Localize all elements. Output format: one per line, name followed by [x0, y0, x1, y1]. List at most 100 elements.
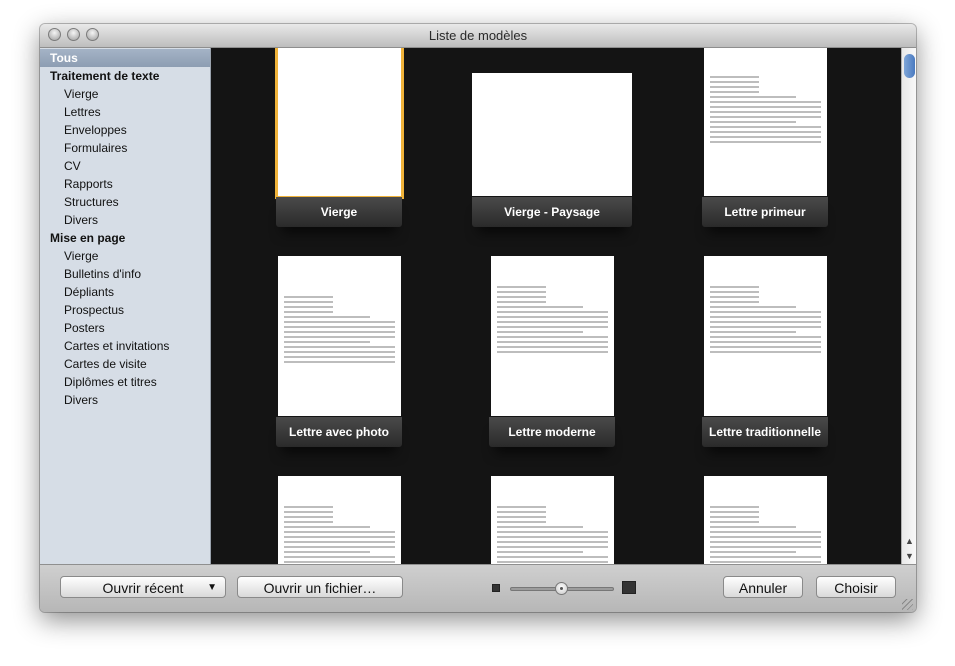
thumbnail-text-line: [284, 546, 395, 548]
thumbnail-text-line: [710, 86, 760, 88]
template-thumbnail[interactable]: [704, 256, 827, 416]
thumbnail-text-line: [710, 546, 821, 548]
sidebar-item[interactable]: Dépliants: [40, 283, 210, 301]
thumbnail-text-line: [284, 316, 371, 318]
thumbnail-text-line: [710, 311, 821, 313]
thumbnail-text-line: [710, 521, 760, 523]
sidebar-item[interactable]: Diplômes et titres: [40, 373, 210, 391]
thumbnail-text-line: [497, 516, 547, 518]
thumbnail-text-line: [710, 106, 821, 108]
thumbnail-text-line: [710, 136, 821, 138]
thumbnail-text-line: [710, 286, 760, 288]
thumbnail-text-line: [497, 316, 608, 318]
open-recent-button[interactable]: Ouvrir récent ▼: [60, 576, 226, 598]
thumbnail-text-line: [497, 521, 547, 523]
thumbnail-text-line: [497, 346, 608, 348]
thumbnail-text-line: [284, 321, 395, 323]
thumbnail-text-line: [284, 506, 334, 508]
sidebar-item[interactable]: Structures: [40, 193, 210, 211]
sidebar-item[interactable]: Divers: [40, 211, 210, 229]
thumbnail-text-line: [497, 336, 608, 338]
sidebar-category[interactable]: Traitement de texte: [40, 67, 210, 85]
thumbnail-text-line: [710, 291, 760, 293]
thumbnail-text-line: [710, 116, 821, 118]
vertical-scrollbar[interactable]: ▲ ▼: [901, 48, 916, 564]
thumbnail-text-line: [284, 536, 395, 538]
thumbnail-text-line: [284, 521, 334, 523]
category-sidebar: Tous Traitement de texte Vierge Lettres Enve…: [40, 48, 211, 564]
title-bar: Liste de modèles: [40, 24, 916, 48]
resize-grip-icon[interactable]: [902, 599, 913, 610]
sidebar-item[interactable]: Enveloppes: [40, 121, 210, 139]
thumbnail-text-line: [710, 536, 821, 538]
scroll-up-arrow-icon[interactable]: ▲: [902, 534, 916, 548]
sidebar-category[interactable]: Mise en page: [40, 229, 210, 247]
thumbnail-text-line: [284, 341, 371, 343]
open-file-button[interactable]: Ouvrir un fichier…: [237, 576, 403, 598]
thumbnail-text-line: [710, 561, 821, 563]
thumbnail-text-line: [497, 291, 547, 293]
sidebar-item[interactable]: Prospectus: [40, 301, 210, 319]
sidebar-item[interactable]: Bulletins d'info: [40, 265, 210, 283]
thumbnail-text-line: [710, 121, 797, 123]
template-grid: Vierge Vierge - Paysage Lettre primeur Lett…: [211, 48, 901, 564]
thumbnail-text-line: [710, 351, 821, 353]
scrollbar-thumb[interactable]: [904, 54, 915, 78]
thumbnail-text-line: [710, 296, 760, 298]
template-thumbnail[interactable]: [472, 73, 632, 196]
thumbnail-text-line: [497, 286, 547, 288]
sidebar-item[interactable]: Cartes de visite: [40, 355, 210, 373]
sidebar-item[interactable]: Posters: [40, 319, 210, 337]
thumbnail-text-line: [284, 351, 395, 353]
thumbnail-text-line: [710, 341, 821, 343]
choose-button[interactable]: Choisir: [816, 576, 896, 598]
sidebar-item[interactable]: Cartes et invitations: [40, 337, 210, 355]
thumbnail-text-line: [710, 301, 760, 303]
large-thumbnail-icon[interactable]: [622, 581, 636, 594]
sidebar-item[interactable]: Divers: [40, 391, 210, 409]
template-thumbnail[interactable]: [278, 256, 401, 416]
thumbnail-text-line: [284, 526, 371, 528]
thumbnail-text-line: [710, 526, 797, 528]
sidebar-item[interactable]: CV: [40, 157, 210, 175]
thumbnail-text-line: [710, 111, 821, 113]
thumbnail-text-line: [497, 546, 608, 548]
thumbnail-text-line: [284, 561, 395, 563]
template-thumbnail[interactable]: [704, 476, 827, 564]
thumbnail-text-line: [284, 331, 395, 333]
thumbnail-text-line: [497, 331, 584, 333]
thumbnail-text-line: [710, 541, 821, 543]
thumbnail-text-line: [284, 346, 395, 348]
sidebar-category[interactable]: Tous: [40, 49, 210, 67]
cancel-button[interactable]: Annuler: [723, 576, 803, 598]
sidebar-item[interactable]: Lettres: [40, 103, 210, 121]
thumbnail-text-line: [497, 351, 608, 353]
thumbnail-text-line: [710, 531, 821, 533]
sidebar-item[interactable]: Formulaires: [40, 139, 210, 157]
template-thumbnail[interactable]: [491, 256, 614, 416]
thumbnail-text-line: [710, 556, 821, 558]
chevron-down-icon: ▼: [207, 582, 217, 593]
thumbnail-text-line: [710, 321, 821, 323]
template-thumbnail[interactable]: [278, 476, 401, 564]
zoom-slider-knob[interactable]: [555, 582, 568, 595]
thumbnail-text-line: [710, 346, 821, 348]
small-thumbnail-icon[interactable]: [492, 584, 500, 592]
thumbnail-text-line: [284, 516, 334, 518]
sidebar-item[interactable]: Vierge: [40, 247, 210, 265]
template-thumbnail[interactable]: [704, 48, 827, 196]
sidebar-item[interactable]: Vierge: [40, 85, 210, 103]
scroll-down-arrow-icon[interactable]: ▼: [902, 549, 916, 563]
thumbnail-text-line: [710, 306, 797, 308]
thumbnail-text-line: [497, 326, 608, 328]
thumbnail-text-line: [284, 356, 395, 358]
template-thumbnail[interactable]: [491, 476, 614, 564]
thumbnail-text-line: [497, 506, 547, 508]
thumbnail-text-line: [497, 551, 584, 553]
template-chooser-window: Liste de modèles Tous Traitement de texte…: [40, 24, 916, 612]
template-thumbnail[interactable]: [278, 48, 401, 196]
thumbnail-text-line: [497, 556, 608, 558]
thumbnail-text-line: [284, 541, 395, 543]
sidebar-item[interactable]: Rapports: [40, 175, 210, 193]
thumbnail-text-line: [284, 361, 395, 363]
